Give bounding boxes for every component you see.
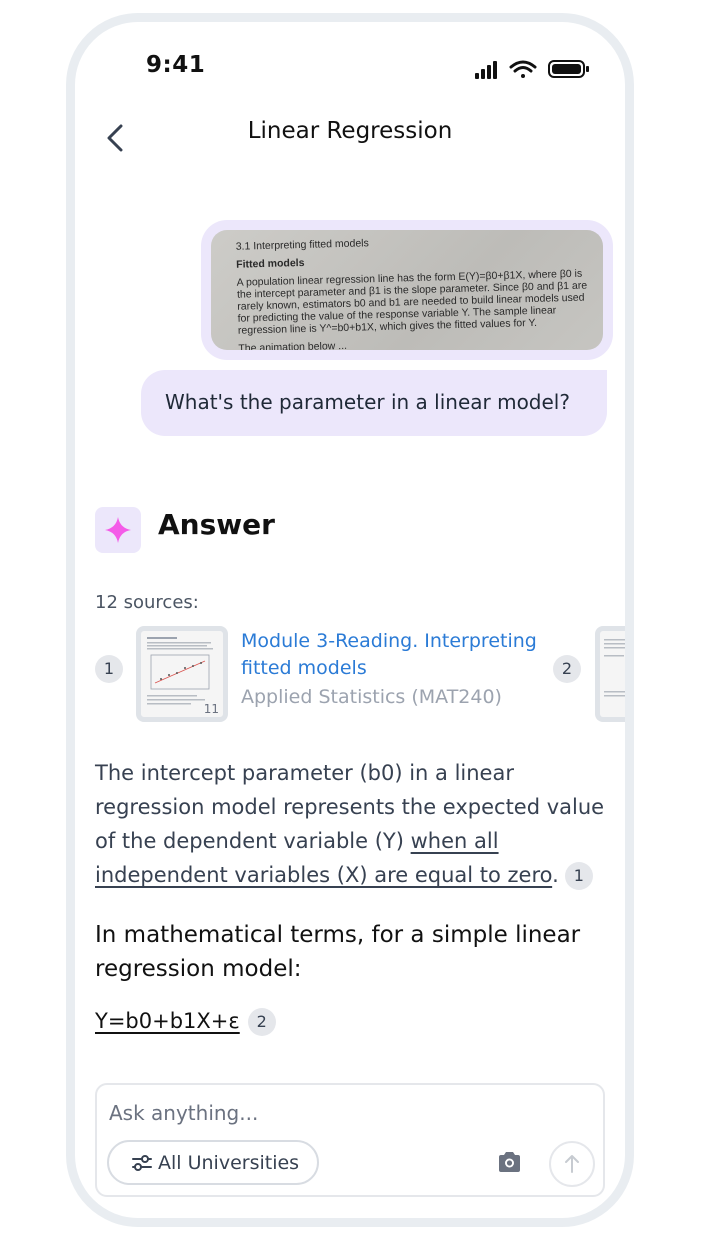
answer-icon-box	[95, 507, 141, 553]
user-question-bubble: What's the parameter in a linear model?	[141, 370, 607, 436]
photo-cut-line: The animation below ...	[238, 339, 348, 350]
source-thumbnail[interactable]: 11	[136, 626, 228, 722]
document-preview-icon	[604, 639, 625, 697]
status-icons	[475, 60, 589, 79]
citation-badge[interactable]: 2	[247, 1008, 276, 1036]
source-index-badge[interactable]: 1	[95, 655, 123, 683]
battery-icon	[548, 60, 589, 78]
source-thumbnail-2[interactable]	[595, 626, 625, 722]
answer-text-end: .	[552, 863, 559, 887]
photo-body: A population linear regression line has …	[236, 267, 588, 337]
formula-line: Y=b0+b1X+ε 2	[95, 1008, 276, 1036]
source-course: Applied Statistics (MAT240)	[241, 686, 502, 708]
filter-universities-button[interactable]: All Universities	[107, 1140, 319, 1185]
answer-text: The intercept parameter (b0) in a linear…	[95, 761, 605, 853]
answer-paragraph: The intercept parameter (b0) in a linear…	[95, 756, 615, 892]
signal-icon	[475, 61, 497, 79]
answer-title: Answer	[158, 508, 275, 541]
sources-count: 12 sources:	[95, 592, 199, 613]
photo-heading: 3.1 Interpreting fitted models	[235, 237, 369, 253]
ask-input[interactable]: Ask anything...	[109, 1101, 258, 1125]
ask-input-box[interactable]: Ask anything... All Universities	[95, 1083, 605, 1197]
wifi-icon	[509, 60, 537, 78]
arrow-up-icon	[565, 1155, 579, 1173]
source-page-count: 11	[203, 702, 219, 716]
photo-subheading: Fitted models	[236, 256, 305, 271]
status-time: 9:41	[146, 52, 206, 78]
source-index-badge-2[interactable]: 2	[553, 655, 581, 683]
sparkle-icon	[105, 517, 131, 543]
page-title: Linear Regression	[247, 118, 453, 144]
formula-link[interactable]: Y=b0+b1X+ε	[95, 1009, 240, 1033]
attached-photo-bubble[interactable]: 3.1 Interpreting fitted models Fitted mo…	[201, 220, 613, 360]
camera-icon[interactable]	[497, 1151, 522, 1173]
attached-photo: 3.1 Interpreting fitted models Fitted mo…	[211, 230, 603, 350]
send-button[interactable]	[549, 1141, 595, 1187]
answer-subheading: In mathematical terms, for a simple line…	[95, 922, 581, 982]
sliders-icon	[132, 1155, 152, 1171]
source-title-link[interactable]: Module 3-Reading. Interpreting fitted mo…	[241, 628, 541, 682]
citation-badge[interactable]: 1	[564, 862, 593, 890]
phone-frame: 9:41 Linear Regression 3.1 Interpreting …	[66, 13, 634, 1227]
filter-label: All Universities	[158, 1152, 300, 1174]
